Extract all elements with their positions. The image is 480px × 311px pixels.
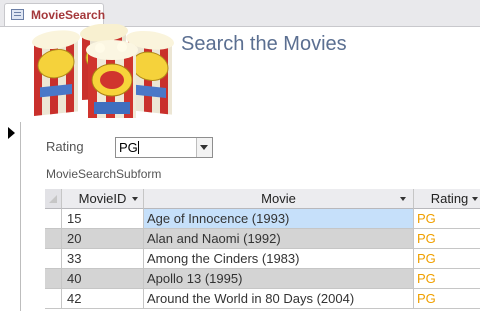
filter-dropdown-icon[interactable]: [472, 197, 478, 201]
column-header-movieid[interactable]: MovieID: [62, 189, 144, 209]
movieid-cell[interactable]: 40: [62, 269, 144, 289]
datasheet-header-row: MovieID Movie Rating: [45, 189, 480, 209]
column-header-movie[interactable]: Movie: [144, 189, 414, 209]
row-selector[interactable]: [45, 209, 62, 229]
column-header-label: Rating: [430, 191, 469, 206]
page-title: Search the Movies: [181, 33, 347, 55]
movie-cell[interactable]: Around the World in 80 Days (2004): [144, 289, 414, 309]
record-selector[interactable]: [0, 122, 21, 311]
row-selector[interactable]: [45, 289, 62, 309]
sort-dropdown-icon[interactable]: [132, 197, 138, 201]
chevron-down-icon[interactable]: [196, 138, 212, 157]
movieid-cell[interactable]: 15: [62, 209, 144, 229]
column-header-label: Movie: [261, 191, 296, 206]
movie-cell[interactable]: Age of Innocence (1993): [144, 209, 414, 229]
rating-cell[interactable]: PG: [414, 249, 480, 269]
rating-cell[interactable]: PG: [414, 229, 480, 249]
row-selector[interactable]: [45, 249, 62, 269]
rating-combobox[interactable]: PG: [115, 137, 213, 158]
rating-combobox-value[interactable]: PG: [119, 140, 138, 155]
text-cursor: [138, 141, 139, 154]
table-row[interactable]: 40 Apollo 13 (1995) PG: [45, 269, 480, 289]
movie-cell[interactable]: Among the Cinders (1983): [144, 249, 414, 269]
movie-cell[interactable]: Alan and Naomi (1992): [144, 229, 414, 249]
rating-cell[interactable]: PG: [414, 209, 480, 229]
tab-moviesearch[interactable]: MovieSearch: [4, 3, 106, 26]
select-all-button[interactable]: [45, 189, 62, 209]
movieid-cell[interactable]: 20: [62, 229, 144, 249]
column-header-rating[interactable]: Rating: [414, 189, 480, 209]
current-record-icon: [8, 127, 15, 139]
tab-label: MovieSearch: [31, 8, 106, 22]
table-row[interactable]: 33 Among the Cinders (1983) PG: [45, 249, 480, 269]
row-selector[interactable]: [45, 229, 62, 249]
table-row[interactable]: 20 Alan and Naomi (1992) PG: [45, 229, 480, 249]
table-row[interactable]: 15 Age of Innocence (1993) PG: [45, 209, 480, 229]
document-tab-bar: MovieSearch: [0, 0, 480, 27]
movieid-cell[interactable]: 42: [62, 289, 144, 309]
rating-filter-label: Rating: [46, 139, 84, 154]
movie-cell[interactable]: Apollo 13 (1995): [144, 269, 414, 289]
form-icon: [11, 9, 24, 20]
rating-cell[interactable]: PG: [414, 289, 480, 309]
row-selector[interactable]: [45, 269, 62, 289]
rating-cell[interactable]: PG: [414, 269, 480, 289]
movieid-cell[interactable]: 33: [62, 249, 144, 269]
sort-dropdown-icon[interactable]: [400, 197, 406, 201]
select-all-icon: [49, 195, 57, 203]
table-row[interactable]: 42 Around the World in 80 Days (2004) PG: [45, 289, 480, 309]
popcorn-boxes-icon: [32, 24, 174, 118]
column-header-label: MovieID: [78, 191, 127, 206]
subform-label: MovieSearchSubform: [46, 167, 162, 181]
